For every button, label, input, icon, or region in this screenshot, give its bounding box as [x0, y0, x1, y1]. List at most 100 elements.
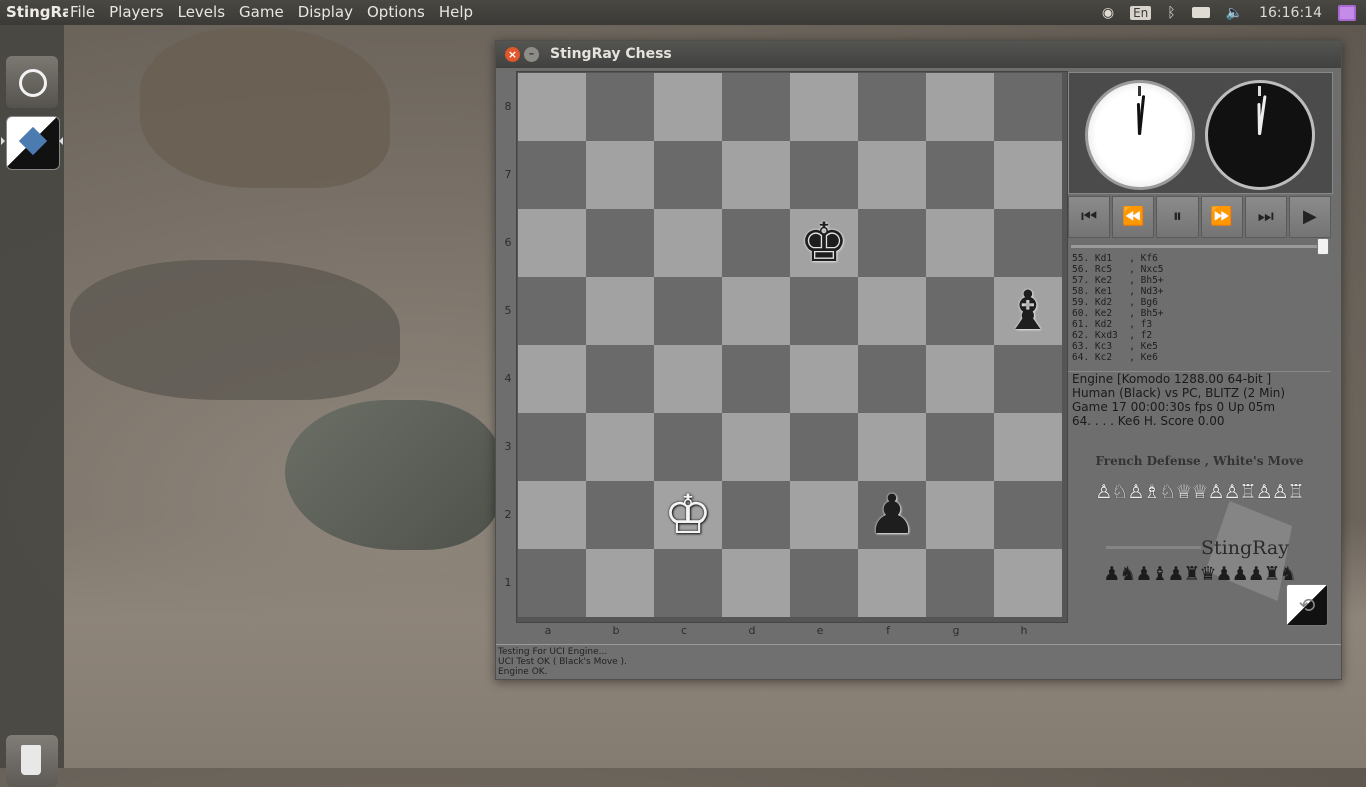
square-d2[interactable]	[722, 481, 790, 549]
square-a1[interactable]	[518, 549, 586, 617]
square-d8[interactable]	[722, 73, 790, 141]
play-button[interactable]: ▶	[1288, 196, 1332, 238]
menu-game[interactable]: Game	[239, 3, 284, 21]
menu-options[interactable]: Options	[367, 3, 425, 21]
square-f4[interactable]	[858, 345, 926, 413]
square-e4[interactable]	[790, 345, 858, 413]
square-e6[interactable]: ♚	[790, 209, 858, 277]
square-a6[interactable]	[518, 209, 586, 277]
square-f3[interactable]	[858, 413, 926, 481]
square-f7[interactable]	[858, 141, 926, 209]
volume-icon[interactable]: 🔈	[1226, 5, 1243, 21]
square-f6[interactable]	[858, 209, 926, 277]
menu-help[interactable]: Help	[439, 3, 473, 21]
square-c1[interactable]	[654, 549, 722, 617]
last-move-button[interactable]: ⏭	[1244, 196, 1287, 238]
minimize-button[interactable]: –	[524, 47, 539, 62]
square-e8[interactable]	[790, 73, 858, 141]
bluetooth-icon[interactable]: ᛒ	[1167, 5, 1175, 21]
menu-players[interactable]: Players	[109, 3, 164, 21]
square-b8[interactable]	[586, 73, 654, 141]
move-row: 58. Ke1 , Nd3+	[1072, 286, 1164, 297]
square-a5[interactable]	[518, 277, 586, 345]
square-h1[interactable]	[994, 549, 1062, 617]
session-icon[interactable]	[1338, 4, 1356, 21]
square-d4[interactable]	[722, 345, 790, 413]
square-a4[interactable]	[518, 345, 586, 413]
square-g4[interactable]	[926, 345, 994, 413]
menu-file[interactable]: File	[70, 3, 95, 21]
battery-icon[interactable]	[1191, 7, 1210, 18]
square-f5[interactable]	[858, 277, 926, 345]
square-e7[interactable]	[790, 141, 858, 209]
square-b3[interactable]	[586, 413, 654, 481]
forward-button[interactable]: ⏩	[1200, 196, 1243, 238]
square-h4[interactable]	[994, 345, 1062, 413]
titlebar: × – StingRay Chess	[496, 41, 1341, 68]
square-b1[interactable]	[586, 549, 654, 617]
square-a8[interactable]	[518, 73, 586, 141]
menu-display[interactable]: Display	[298, 3, 353, 21]
replay-slider-track[interactable]	[1071, 245, 1329, 248]
square-f2[interactable]: ♟	[858, 481, 926, 549]
square-b7[interactable]	[586, 141, 654, 209]
square-c5[interactable]	[654, 277, 722, 345]
square-g3[interactable]	[926, 413, 994, 481]
flip-board-button[interactable]: ⟲	[1286, 584, 1328, 626]
square-g7[interactable]	[926, 141, 994, 209]
square-c3[interactable]	[654, 413, 722, 481]
square-d3[interactable]	[722, 413, 790, 481]
rewind-button[interactable]: ⏪	[1112, 196, 1155, 238]
square-b2[interactable]	[586, 481, 654, 549]
square-d5[interactable]	[722, 277, 790, 345]
status-line: Testing For UCI Engine...	[498, 647, 608, 657]
network-icon[interactable]: ◉	[1102, 5, 1114, 21]
square-g2[interactable]	[926, 481, 994, 549]
black-pawn-icon[interactable]: ♟	[858, 481, 926, 549]
square-a3[interactable]	[518, 413, 586, 481]
square-f1[interactable]	[858, 549, 926, 617]
white-king-icon[interactable]: ♔	[654, 481, 722, 549]
stingray-launcher-button[interactable]	[6, 116, 60, 170]
black-king-icon[interactable]: ♚	[790, 209, 858, 277]
black-bishop-icon[interactable]: ♝	[994, 277, 1062, 345]
square-e2[interactable]	[790, 481, 858, 549]
square-e5[interactable]	[790, 277, 858, 345]
square-f8[interactable]	[858, 73, 926, 141]
square-h3[interactable]	[994, 413, 1062, 481]
square-h6[interactable]	[994, 209, 1062, 277]
square-g1[interactable]	[926, 549, 994, 617]
square-g8[interactable]	[926, 73, 994, 141]
square-c7[interactable]	[654, 141, 722, 209]
dash-button[interactable]	[6, 56, 58, 108]
square-c2[interactable]: ♔	[654, 481, 722, 549]
square-d7[interactable]	[722, 141, 790, 209]
square-h8[interactable]	[994, 73, 1062, 141]
square-e1[interactable]	[790, 549, 858, 617]
square-b5[interactable]	[586, 277, 654, 345]
menu-levels[interactable]: Levels	[178, 3, 225, 21]
square-g5[interactable]	[926, 277, 994, 345]
pause-button[interactable]: ⏸	[1156, 196, 1199, 238]
square-c4[interactable]	[654, 345, 722, 413]
square-c6[interactable]	[654, 209, 722, 277]
square-e3[interactable]	[790, 413, 858, 481]
square-g6[interactable]	[926, 209, 994, 277]
square-d6[interactable]	[722, 209, 790, 277]
square-b4[interactable]	[586, 345, 654, 413]
square-d1[interactable]	[722, 549, 790, 617]
square-c8[interactable]	[654, 73, 722, 141]
square-a2[interactable]	[518, 481, 586, 549]
close-button[interactable]: ×	[505, 47, 520, 62]
first-move-button[interactable]: ⏮	[1068, 196, 1111, 238]
keyboard-indicator[interactable]: En	[1130, 5, 1152, 20]
trash-button[interactable]	[6, 735, 58, 787]
square-h2[interactable]	[994, 481, 1062, 549]
square-h7[interactable]	[994, 141, 1062, 209]
square-h5[interactable]: ♝	[994, 277, 1062, 345]
square-b6[interactable]	[586, 209, 654, 277]
black-pieces-row: ♟♞♟♝♟♜♛♟♟♟♜♞	[1103, 563, 1296, 585]
square-a7[interactable]	[518, 141, 586, 209]
clock-label[interactable]: 16:16:14	[1259, 5, 1322, 21]
move-list[interactable]: 55. Kd1 , Kf6 56. Rc5 , Nxc5 57. Ke2 , B…	[1068, 253, 1331, 368]
